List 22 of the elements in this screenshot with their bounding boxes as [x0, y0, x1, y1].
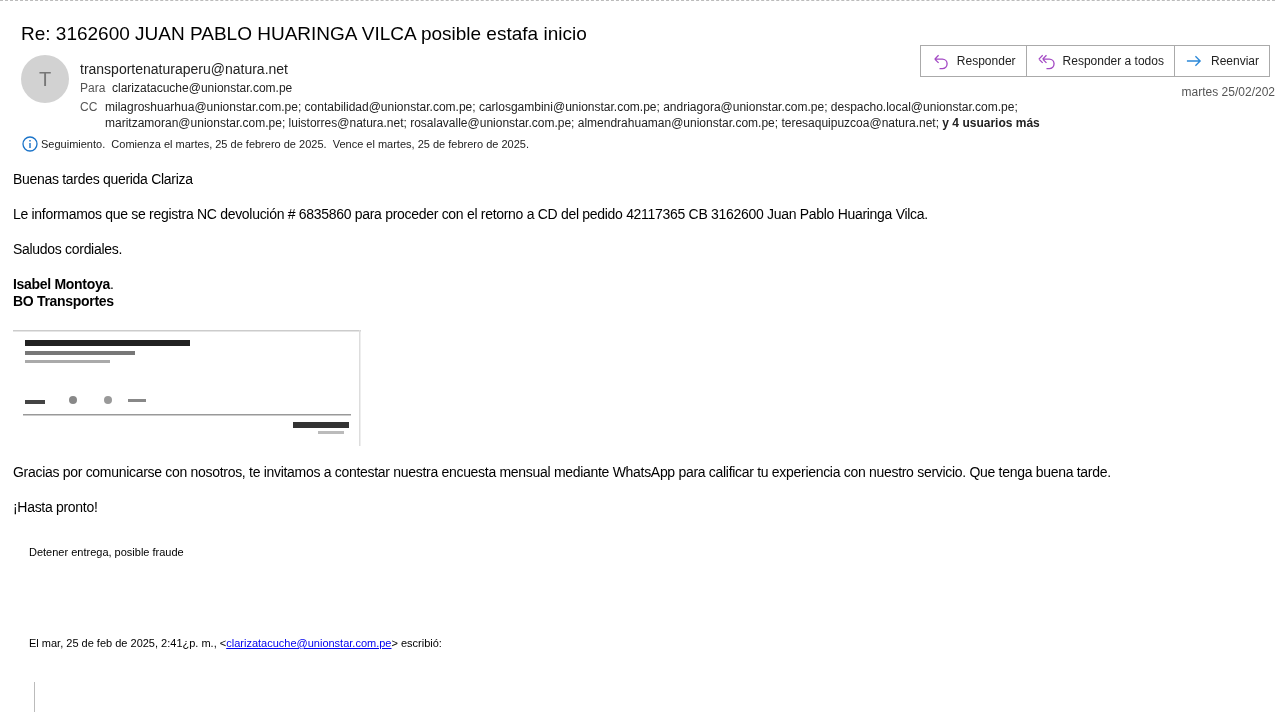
message-date: martes 25/02/202	[1181, 84, 1275, 101]
quoted-note: Detener entrega, posible fraude	[29, 544, 185, 560]
sender-avatar: T	[21, 55, 69, 103]
email-text: Buenas tardes querida Clariza	[13, 170, 194, 188]
info-icon	[22, 136, 38, 153]
quote-header: El mar, 25 de feb de 2025, 2:41¿p. m., <clarizatacuche@unionstar.com.pe> escribió:	[29, 636, 443, 651]
email-link[interactable]: clarizatacuche@unionstar.com.pe	[226, 637, 392, 649]
email-subject: Re: 3162600 JUAN PABLO HUARINGA VILCA posible estafa inicio	[20, 22, 588, 46]
email-text: Le informamos que se registra NC devolución # 6835860 para proceder con el retorno a CD del pedido 42117365 CB 3162600 Juan Pablo Huaringa Vilca.	[13, 205, 929, 223]
cc-recipients: milagroshuarhua@unionstar.com.pe; contabilidad@unionstar.com.pe; carlosgambini@unionstar.com.pe; andriagora@unionstar.com.pe; despacho.local@unionstar.com.pe;	[105, 99, 1019, 115]
reply-all-icon	[1036, 52, 1055, 70]
sender-address: transportenaturaperu@natura.net	[80, 61, 288, 77]
to-address: clarizatacuche@unionstar.com.pe	[112, 80, 293, 96]
cc-label: CC	[80, 99, 99, 116]
signature-line: BO Transportes	[13, 292, 115, 310]
email-text: Gracias por comunicarse con nosotros, te invitamos a contestar nuestra encuesta mensual mediante WhatsApp para calificar tu experiencia con nuestro servicio. Que tenga buena tarde.	[13, 463, 1112, 481]
cc-recipients: maritzamoran@unionstar.com.pe; luistorres@natura.net; rosalavalle@unionstar.com.pe; almendrahuaman@unionstar.com.pe; teresaquipuzcoa@natura.net; y 4 usuarios más	[105, 115, 1040, 131]
email-text: ¡Hasta pronto!	[13, 498, 99, 516]
signature-line: Isabel Montoya.	[13, 275, 115, 293]
follow-up-note: Seguimiento. Comienza el martes, 25 de febrero de 2025. Vence el martes, 25 de febrero de 2025.	[41, 137, 529, 152]
to-label: Para	[80, 80, 107, 96]
email-text: Saludos cordiales.	[13, 240, 123, 258]
